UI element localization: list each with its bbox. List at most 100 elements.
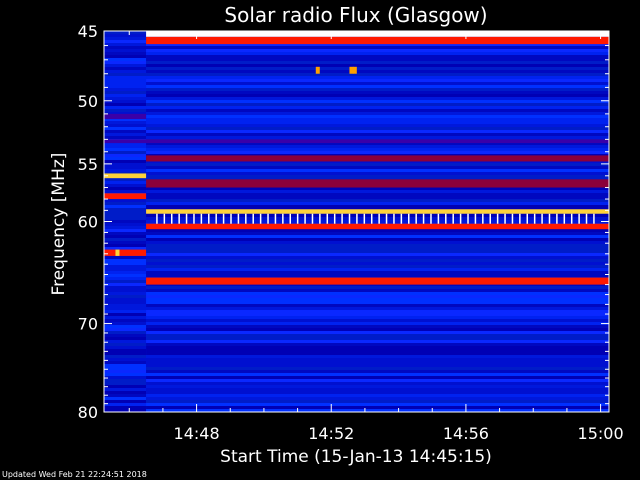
- spectrogram-row: [104, 52, 147, 55]
- spike: [445, 213, 447, 224]
- spectrogram-row: [104, 148, 147, 151]
- spectrogram-row: [104, 226, 147, 229]
- spectrogram-row: [146, 133, 609, 136]
- spike: [304, 213, 306, 224]
- spectrogram-row: [104, 295, 147, 298]
- spectrogram-row: [104, 43, 147, 46]
- spectrogram-row: [146, 298, 609, 301]
- spike: [170, 213, 173, 224]
- spectrogram-row: [104, 82, 147, 85]
- spectrogram-row: [104, 313, 147, 316]
- spike: [467, 213, 469, 224]
- spectrogram-row: [104, 346, 147, 349]
- spike: [548, 213, 551, 224]
- spectrogram-row: [104, 325, 147, 328]
- spectrogram-row: [104, 40, 147, 43]
- spectrogram-row: [146, 193, 609, 196]
- spectrogram-row: [146, 406, 609, 409]
- spectrogram-row: [104, 76, 147, 79]
- spectrogram-row: [146, 382, 609, 385]
- spectrogram-row: [104, 190, 147, 193]
- spectrogram-row: [104, 208, 147, 211]
- spectrogram-row: [146, 376, 609, 379]
- burst: [352, 66, 357, 74]
- spike: [519, 213, 521, 224]
- spectrogram-row: [146, 379, 609, 382]
- emission-band: [104, 173, 147, 179]
- spectrogram-row: [104, 403, 147, 406]
- spectrogram-row: [104, 244, 147, 247]
- spectrogram-row: [104, 358, 147, 361]
- spectrogram-row: [146, 112, 609, 115]
- spike: [400, 213, 403, 224]
- spectrogram-row: [104, 151, 147, 154]
- spike: [311, 213, 314, 224]
- spectrogram-row: [104, 307, 147, 310]
- spike: [378, 213, 380, 224]
- spike: [259, 213, 262, 224]
- spectrogram-row: [146, 253, 609, 256]
- spectrogram-row: [146, 256, 609, 259]
- spectrogram-row: [104, 127, 147, 130]
- spectrogram-row: [104, 292, 147, 295]
- spectrogram-row: [104, 274, 147, 277]
- spectrogram-row: [104, 103, 147, 106]
- spectrogram-row: [104, 124, 147, 127]
- spectrogram-row: [104, 232, 147, 235]
- spectrogram-row: [104, 262, 147, 265]
- spectrogram-row: [146, 91, 609, 94]
- spectrogram-row: [104, 109, 147, 112]
- spectrogram-row: [146, 355, 609, 358]
- emission-band: [146, 36, 609, 45]
- spectrogram-row: [104, 379, 147, 382]
- spectrogram-row: [104, 316, 147, 319]
- spectrogram-row: [104, 85, 147, 88]
- spike: [452, 213, 454, 224]
- spectrogram-row: [104, 64, 147, 67]
- spectrogram-row: [104, 187, 147, 190]
- spike: [474, 213, 477, 224]
- spectrogram-row: [104, 256, 147, 259]
- spike: [430, 213, 432, 224]
- spike: [496, 213, 499, 224]
- spectrogram-row: [146, 334, 609, 337]
- spectrogram-row: [146, 136, 609, 139]
- spike: [556, 213, 558, 224]
- burst: [315, 66, 320, 74]
- spike: [333, 213, 336, 224]
- spectrogram-row: [146, 388, 609, 391]
- spectrogram-row: [104, 328, 147, 331]
- spectrogram-row: [104, 361, 147, 364]
- emission-band: [146, 209, 609, 214]
- spectrogram-row: [146, 349, 609, 352]
- spike: [208, 213, 210, 224]
- spike: [356, 213, 358, 224]
- emission-band: [146, 223, 609, 230]
- spectrogram-row: [146, 196, 609, 199]
- spectrogram-row: [146, 151, 609, 154]
- spectrogram-row: [146, 172, 609, 175]
- spectrogram-row: [104, 217, 147, 220]
- spectrogram-row: [104, 73, 147, 76]
- spectrogram-row: [146, 163, 609, 166]
- spectrogram-row: [104, 259, 147, 262]
- spike: [200, 213, 203, 224]
- spectrogram-row: [104, 46, 147, 49]
- spectrogram-row: [104, 106, 147, 109]
- spectrogram-row: [146, 271, 609, 274]
- spectrogram-row: [146, 115, 609, 118]
- spike: [319, 213, 321, 224]
- spectrogram-row: [146, 238, 609, 241]
- y-tick-label: 50: [78, 92, 98, 111]
- spike: [341, 213, 343, 224]
- spectrogram-row: [104, 286, 147, 289]
- spectrogram-row: [146, 325, 609, 328]
- spectrogram-row: [146, 205, 609, 208]
- spectrogram-row: [146, 364, 609, 367]
- spectrogram-row: [146, 124, 609, 127]
- spectrogram-row: [146, 385, 609, 388]
- spectrogram-row: [104, 199, 147, 202]
- spike: [282, 213, 284, 224]
- spectrogram-row: [146, 244, 609, 247]
- spectrogram-row: [146, 61, 609, 64]
